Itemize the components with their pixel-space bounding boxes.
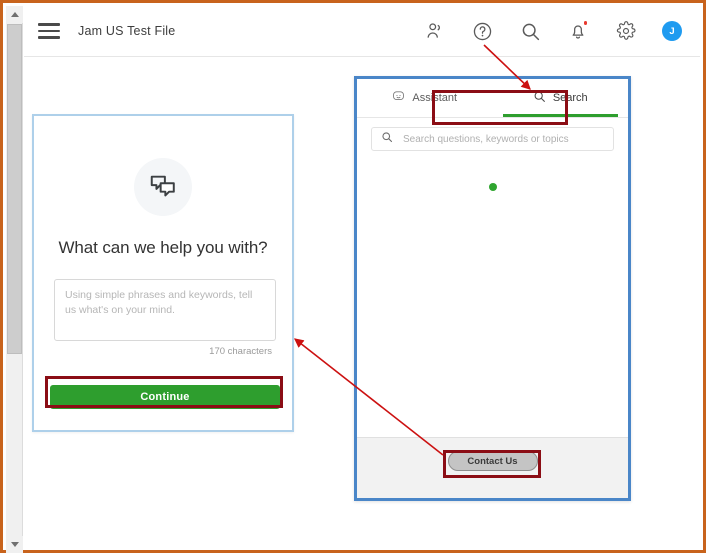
scroll-down-button[interactable] <box>6 536 23 553</box>
top-app-bar: Jam US Test File J <box>24 6 700 57</box>
scroll-up-button[interactable] <box>6 6 23 23</box>
triangle-down-icon <box>10 542 19 547</box>
scrollbar-thumb[interactable] <box>7 24 22 354</box>
tab-assistant-label: Assistant <box>412 92 458 104</box>
continue-button[interactable]: Continue <box>50 385 280 409</box>
topbar-icon-group: J <box>422 19 700 43</box>
people-icon[interactable] <box>422 19 446 43</box>
assistant-bubble-icon <box>392 90 405 106</box>
notification-badge-dot <box>582 20 588 26</box>
search-icon <box>533 90 546 106</box>
widget-tab-bar: Assistant Search <box>357 79 628 118</box>
settings-gear-icon[interactable] <box>614 19 638 43</box>
app-canvas: Jam US Test File J What can we help you … <box>24 6 700 547</box>
screenshot-root: Jam US Test File J What can we help you … <box>0 0 706 553</box>
support-widget-panel: Assistant Search Search questions, keywo… <box>354 76 631 501</box>
notifications-bell-icon[interactable] <box>566 19 590 43</box>
help-card: What can we help you with? 170 character… <box>32 114 294 432</box>
search-icon <box>381 130 393 148</box>
continue-button-wrapper: Continue <box>46 381 284 413</box>
tab-assistant[interactable]: Assistant <box>357 79 493 117</box>
tab-search[interactable]: Search <box>493 79 629 117</box>
page-title: Jam US Test File <box>78 24 176 38</box>
help-message-textarea[interactable] <box>54 279 276 341</box>
widget-search-field[interactable] <box>371 127 614 151</box>
contact-button-wrapper: Contact Us <box>444 447 542 475</box>
active-tab-underline <box>502 113 618 117</box>
user-avatar[interactable]: J <box>662 21 682 41</box>
search-input[interactable] <box>401 132 604 146</box>
vertical-scrollbar[interactable] <box>6 6 23 553</box>
hamburger-menu-icon[interactable] <box>38 23 60 39</box>
widget-footer: Contact Us <box>357 437 628 498</box>
chat-bubbles-icon <box>134 158 192 216</box>
tab-search-label: Search <box>552 92 588 104</box>
character-counter: 170 characters <box>209 346 272 357</box>
help-icon[interactable] <box>470 19 494 43</box>
contact-us-button[interactable]: Contact Us <box>447 451 538 471</box>
green-loading-dot <box>488 183 497 191</box>
triangle-up-icon <box>10 12 19 17</box>
help-card-heading: What can we help you with? <box>58 238 268 257</box>
search-icon[interactable] <box>518 19 542 43</box>
